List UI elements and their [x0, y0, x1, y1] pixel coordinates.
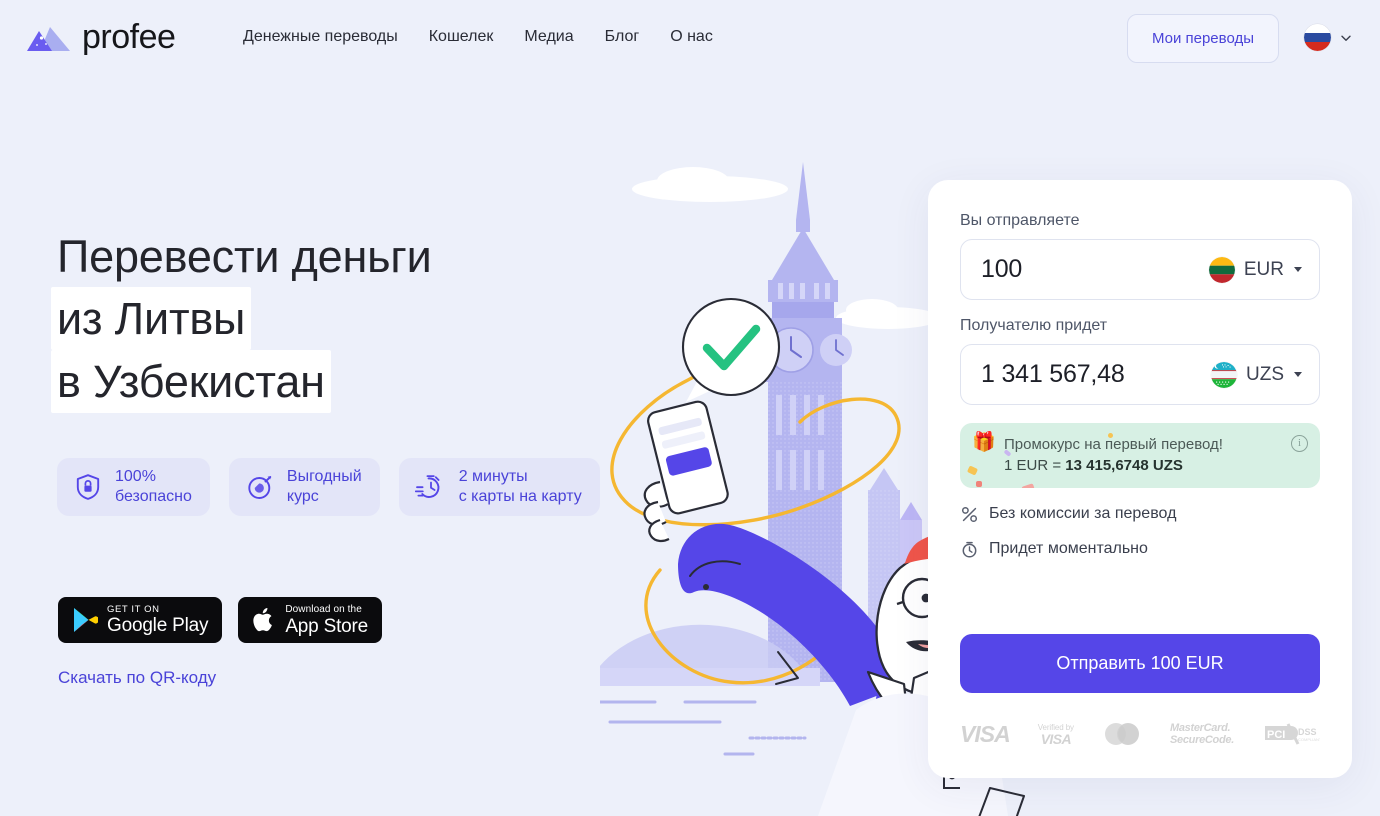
badge-secure-line1: 100%: [115, 468, 156, 485]
language-switcher[interactable]: [1304, 24, 1352, 51]
mastercard-securecode-logo: MasterCard. SecureCode.: [1170, 722, 1234, 746]
badge-rate-line2: курс: [286, 488, 319, 505]
my-transfers-button[interactable]: Мои переводы: [1126, 14, 1279, 63]
send-amount-label: Вы отправляете: [960, 212, 1080, 229]
logo-text: profee: [82, 18, 176, 56]
nav-item-transfers[interactable]: Денежные переводы: [243, 28, 398, 46]
rate-target-icon: [248, 476, 272, 499]
send-amount-field[interactable]: 100 EUR: [960, 239, 1320, 300]
timer-icon: [960, 540, 978, 558]
percent-icon: [960, 505, 978, 523]
google-play-button[interactable]: GET IT ON Google Play: [58, 597, 223, 643]
uzbekistan-flag-icon: [1211, 361, 1237, 388]
send-cta-button[interactable]: Отправить 100 EUR: [960, 634, 1320, 693]
pci-dss-logo: PCI DSS COMPLIANT: [1262, 722, 1320, 746]
chevron-down-icon: [1341, 35, 1351, 41]
badge-rate: Выгодный курс: [228, 458, 380, 516]
badge-rate-line1: Выгодный: [286, 468, 362, 485]
perk-no-fee: Без комиссии за перевод: [960, 505, 1320, 523]
ru-flag-icon: [1304, 24, 1331, 51]
gift-icon: 🎁: [972, 432, 996, 453]
verified-by-visa-logo: Verified by VISA: [1037, 722, 1074, 747]
badge-secure: 100% безопасно: [57, 458, 210, 516]
app-store-big: App Store: [285, 615, 369, 637]
info-icon[interactable]: i: [1291, 435, 1308, 452]
site-header: profee Денежные переводы Кошелек Медиа Б…: [0, 0, 1380, 78]
qr-download-link[interactable]: Скачать по QR-коду: [58, 668, 216, 688]
perk-no-fee-text: Без комиссии за перевод: [989, 505, 1177, 522]
confetti-decor: [1108, 433, 1113, 438]
perk-instant: Придет моментально: [960, 540, 1320, 558]
send-amount-value[interactable]: 100: [981, 255, 1022, 284]
logo[interactable]: profee: [26, 18, 176, 57]
svg-text:PCI: PCI: [1267, 729, 1285, 741]
visa-logo: VISA: [960, 720, 1011, 747]
promo-rate-banner: 🎁 Промокурс на первый перевод! 1 EUR = 1…: [960, 423, 1320, 488]
confetti-decor: [1021, 483, 1035, 488]
receive-currency-code: UZS: [1246, 363, 1284, 385]
promo-rate-value: 13 415,6748 UZS: [1065, 457, 1183, 474]
feature-badges: 100% безопасно Выгодный курс 2 минуты с …: [57, 458, 600, 516]
caret-down-icon: [1294, 267, 1302, 272]
payment-logos: VISA Verified by VISA MasterCard. Secure…: [960, 712, 1320, 756]
confetti-decor: [966, 465, 979, 476]
app-store-button[interactable]: Download on the App Store: [238, 597, 383, 643]
receive-currency-selector[interactable]: UZS: [1211, 361, 1302, 388]
main-nav: Денежные переводы Кошелек Медиа Блог О н…: [243, 28, 713, 46]
confetti-decor: [976, 481, 982, 487]
google-play-big: Google Play: [107, 615, 209, 636]
landing-page: profee Денежные переводы Кошелек Медиа Б…: [0, 0, 1380, 816]
promo-rate-prefix: 1 EUR =: [1004, 457, 1066, 474]
transfer-calculator-card: Вы отправляете 100 EUR Получателю придет…: [928, 180, 1352, 778]
send-currency-selector[interactable]: EUR: [1208, 256, 1302, 283]
badge-speed-line1: 2 минуты: [458, 468, 528, 485]
headline-line-1: Перевести деньги: [57, 231, 432, 282]
badge-secure-line2: безопасно: [115, 488, 192, 505]
perk-instant-text: Придет моментально: [989, 540, 1148, 557]
hero-headline: Перевести деньги из Литвы в Узбекистан: [51, 226, 617, 413]
svg-text:COMPLIANT: COMPLIANT: [1298, 737, 1320, 742]
app-store-buttons: GET IT ON Google Play Download on the Ap…: [58, 597, 383, 643]
headline-line-2: из Литвы: [51, 287, 252, 350]
receive-amount-value[interactable]: 1 341 567,48: [981, 360, 1125, 389]
headline-line-3: в Узбекистан: [51, 350, 331, 413]
badge-speed-line2: с карты на карту: [458, 488, 582, 505]
google-play-icon: [74, 608, 98, 632]
mastercard-logo: [1102, 722, 1142, 746]
apple-icon: [253, 608, 273, 632]
google-play-small: GET IT ON: [107, 604, 160, 615]
shield-lock-icon: [76, 474, 100, 500]
nav-item-about[interactable]: О нас: [670, 28, 713, 46]
promo-title: Промокурс на первый перевод!: [1004, 436, 1223, 453]
svg-text:DSS: DSS: [1298, 727, 1317, 737]
nav-item-blog[interactable]: Блог: [605, 28, 640, 46]
lithuania-flag-icon: [1208, 256, 1235, 283]
receive-amount-field[interactable]: 1 341 567,48 UZS: [960, 344, 1320, 405]
receive-amount-label: Получателю придет: [960, 317, 1108, 334]
caret-down-icon: [1294, 372, 1302, 377]
profee-mountain-icon: [26, 23, 72, 53]
badge-speed: 2 минуты с карты на карту: [398, 458, 600, 516]
stopwatch-icon: [414, 475, 440, 498]
nav-item-media[interactable]: Медиа: [524, 28, 573, 46]
app-store-small: Download on the: [285, 603, 362, 615]
nav-item-wallet[interactable]: Кошелек: [429, 28, 494, 46]
send-currency-code: EUR: [1243, 258, 1284, 280]
